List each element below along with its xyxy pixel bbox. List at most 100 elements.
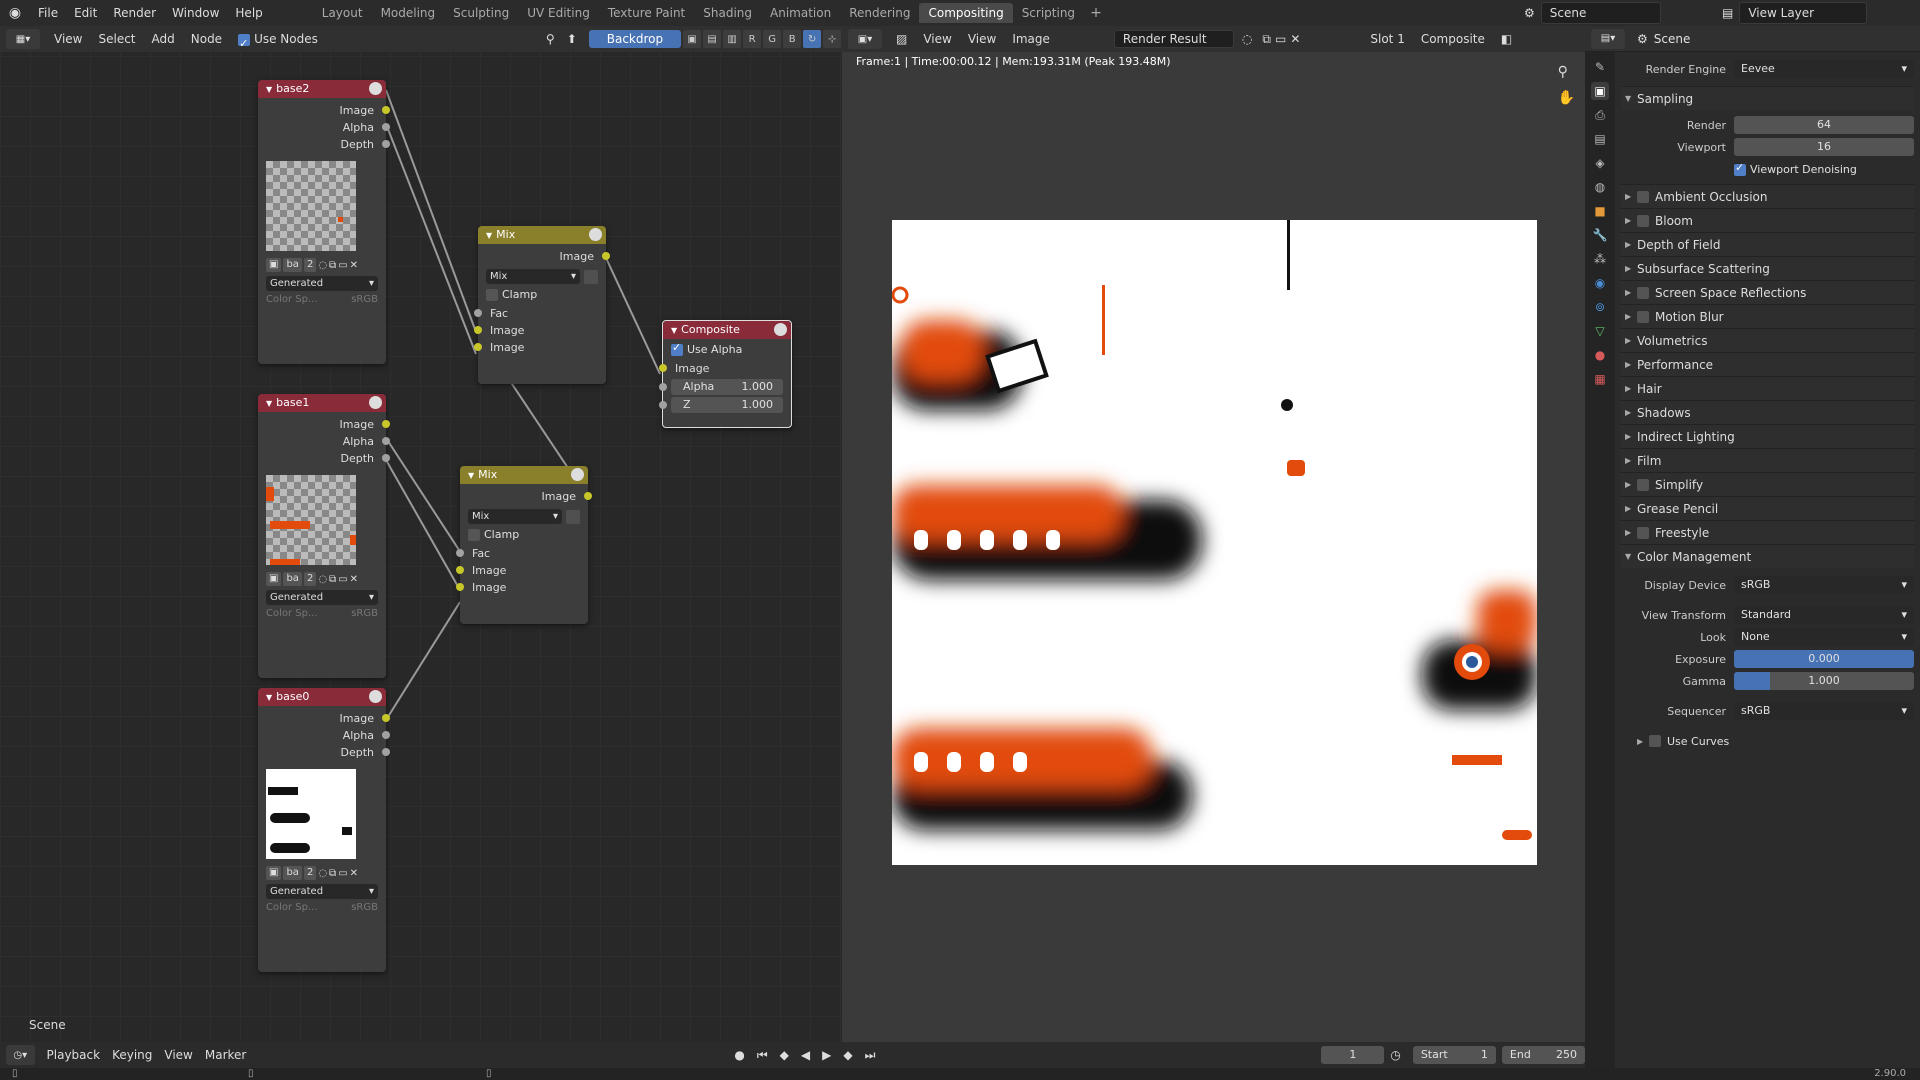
mix-node-2[interactable]: ▼ Mix Image Mix ▾ Clamp Fac Image Image — [456, 466, 592, 624]
menu-window[interactable]: Window — [164, 0, 227, 26]
jump-start-icon[interactable]: ⏮ — [751, 1048, 774, 1063]
record-icon[interactable]: ● — [728, 1048, 750, 1062]
channel-alpha-icon[interactable]: ▥ — [723, 30, 742, 48]
socket-image-out[interactable]: Image — [460, 488, 592, 505]
prev-keyframe-icon[interactable]: ◆ — [774, 1048, 795, 1062]
image-browse-icon[interactable]: ▣ — [266, 572, 282, 586]
zoom-icon[interactable]: ⚲ — [1558, 64, 1575, 80]
keying-menu[interactable]: Keying — [106, 1048, 158, 1062]
open-folder-icon[interactable]: ▭ — [338, 574, 347, 585]
view-layer-tab-icon[interactable]: ▤ — [1591, 130, 1609, 148]
node-header[interactable]: ▼ Mix — [478, 226, 606, 244]
use-alpha-toggle[interactable]: Use Alpha — [671, 341, 783, 356]
node-menu-select[interactable]: Select — [90, 26, 143, 52]
panel-ambient-occlusion[interactable]: ▶ Ambient Occlusion — [1621, 184, 1914, 208]
panel-checkbox[interactable] — [1637, 286, 1649, 299]
exposure-slider[interactable]: 0.000 — [1734, 650, 1914, 668]
timeline-view-menu[interactable]: View — [158, 1048, 198, 1062]
channel-color-icon[interactable]: ▤ — [703, 30, 722, 48]
panel-indirect-lighting[interactable]: ▶ Indirect Lighting — [1621, 424, 1914, 448]
socket-depth-out[interactable]: Depth — [258, 450, 390, 467]
socket-depth-out[interactable]: Depth — [258, 744, 390, 761]
backdrop-button[interactable]: Backdrop — [588, 30, 682, 48]
image-menu-view[interactable]: View — [960, 26, 1004, 52]
tab-scripting[interactable]: Scripting — [1013, 3, 1084, 23]
next-keyframe-icon[interactable]: ◆ — [837, 1048, 858, 1062]
colorspace-value[interactable]: sRGB — [351, 902, 378, 913]
display-channels-icon[interactable]: ◧ — [1493, 26, 1520, 52]
socket-dot[interactable] — [474, 326, 482, 334]
panel-shadows[interactable]: ▶ Shadows — [1621, 400, 1914, 424]
socket-alpha-out[interactable]: Alpha — [258, 119, 390, 136]
playback-menu[interactable]: Playback — [41, 1048, 107, 1062]
socket-dot[interactable] — [602, 252, 610, 260]
socket-dot[interactable] — [382, 731, 390, 739]
socket-alpha-out[interactable]: Alpha — [258, 727, 390, 744]
menu-help[interactable]: Help — [227, 0, 270, 26]
tab-sculpting[interactable]: Sculpting — [444, 3, 518, 23]
socket-dot[interactable] — [382, 437, 390, 445]
pass-dropdown[interactable]: Composite — [1413, 26, 1493, 52]
duplicate-icon[interactable]: ⧉ — [329, 868, 336, 879]
socket-dot[interactable] — [382, 420, 390, 428]
node-menu-node[interactable]: Node — [183, 26, 230, 52]
node-editor[interactable]: ▦▾ View Select Add Node Use Nodes ⚲ ⬆ Ba… — [0, 26, 842, 1042]
fake-user-icon[interactable]: ◌ — [318, 574, 327, 585]
image-users[interactable]: 2 — [303, 866, 317, 880]
collapse-icon[interactable]: ▼ — [468, 471, 474, 480]
editor-type-icon[interactable]: ▤▾ — [1591, 28, 1625, 49]
image-view-mode-icon[interactable]: ▨ — [888, 26, 915, 52]
blend-mode-dropdown[interactable]: Mix ▾ — [468, 509, 562, 524]
channel-g-icon[interactable]: G — [763, 30, 782, 48]
gamma-slider[interactable]: 1.000 — [1734, 672, 1914, 690]
image-name[interactable]: ba — [283, 866, 302, 880]
socket-dot[interactable] — [382, 748, 390, 756]
image-node-base2[interactable]: ▼ base2 Image Alpha Depth ▣ ba 2 ◌ ⧉ ▭ ✕ … — [258, 80, 390, 364]
socket-dot[interactable] — [456, 583, 464, 591]
material-tab-icon[interactable]: ● — [1591, 346, 1609, 364]
blend-mode-dropdown[interactable]: Mix ▾ — [486, 269, 580, 284]
node-header[interactable]: ▼ base0 — [258, 688, 386, 706]
image-browse-icon[interactable]: ▣ — [266, 866, 282, 880]
image-name[interactable]: ba — [283, 572, 302, 586]
auto-offset-icon[interactable]: ↻ — [803, 30, 822, 48]
socket-fac-in[interactable]: Fac — [456, 545, 588, 562]
socket-dot[interactable] — [659, 401, 667, 409]
end-frame-field[interactable]: End 250 — [1501, 1046, 1585, 1064]
unlink-icon[interactable]: ✕ — [350, 260, 358, 271]
start-frame-field[interactable]: Start 1 — [1412, 1046, 1496, 1064]
socket-dot[interactable] — [456, 549, 464, 557]
collapse-icon[interactable]: ▼ — [266, 85, 272, 94]
parent-icon[interactable]: ⬆ — [567, 32, 577, 46]
use-nodes-toggle[interactable]: Use Nodes — [230, 26, 326, 57]
panel-subsurface-scattering[interactable]: ▶ Subsurface Scattering — [1621, 256, 1914, 280]
panel-grease-pencil[interactable]: ▶ Grease Pencil — [1621, 496, 1914, 520]
fake-user-icon[interactable]: ◌ — [1234, 26, 1260, 52]
socket-dot[interactable] — [584, 492, 592, 500]
tab-modeling[interactable]: Modeling — [372, 3, 445, 23]
panel-sampling[interactable]: ▼ Sampling — [1621, 86, 1914, 110]
colorspace-value[interactable]: sRGB — [351, 608, 378, 619]
socket-dot[interactable] — [474, 309, 482, 317]
image-users[interactable]: 2 — [303, 258, 317, 272]
tab-animation[interactable]: Animation — [761, 3, 840, 23]
physics-tab-icon[interactable]: ◉ — [1591, 274, 1609, 292]
tab-uv-editing[interactable]: UV Editing — [518, 3, 599, 23]
editor-type-icon[interactable]: ▣▾ — [848, 29, 882, 49]
panel-film[interactable]: ▶ Film — [1621, 448, 1914, 472]
socket-dot[interactable] — [382, 123, 390, 131]
duplicate-icon[interactable]: ⧉ — [329, 260, 336, 271]
clamp-toggle[interactable]: Clamp — [468, 528, 580, 541]
channel-r-icon[interactable]: R — [743, 30, 762, 48]
properties-editor[interactable]: ▤▾ ⚙ Scene ✎ ▣ ⎙ ▤ ◈ ◍ ■ 🔧 ⁂ ◉ ⊚ ▽ ● ▦ R… — [1585, 26, 1920, 1068]
use-nodes-checkbox[interactable] — [238, 31, 251, 57]
socket-image-out[interactable]: Image — [478, 248, 610, 265]
node-menu-add[interactable]: Add — [144, 26, 183, 52]
snap-icon[interactable]: ⊹ — [823, 30, 842, 48]
mix-node-1[interactable]: ▼ Mix Image Mix ▾ Clamp Fac Image Image — [474, 226, 610, 384]
socket-image2-in[interactable]: Image — [474, 339, 606, 356]
viewport-denoising-row[interactable]: Viewport Denoising — [1621, 158, 1914, 180]
collapse-icon[interactable]: ▼ — [266, 399, 272, 408]
tab-layout[interactable]: Layout — [313, 3, 372, 23]
open-folder-icon[interactable]: ▭ — [1273, 26, 1288, 52]
